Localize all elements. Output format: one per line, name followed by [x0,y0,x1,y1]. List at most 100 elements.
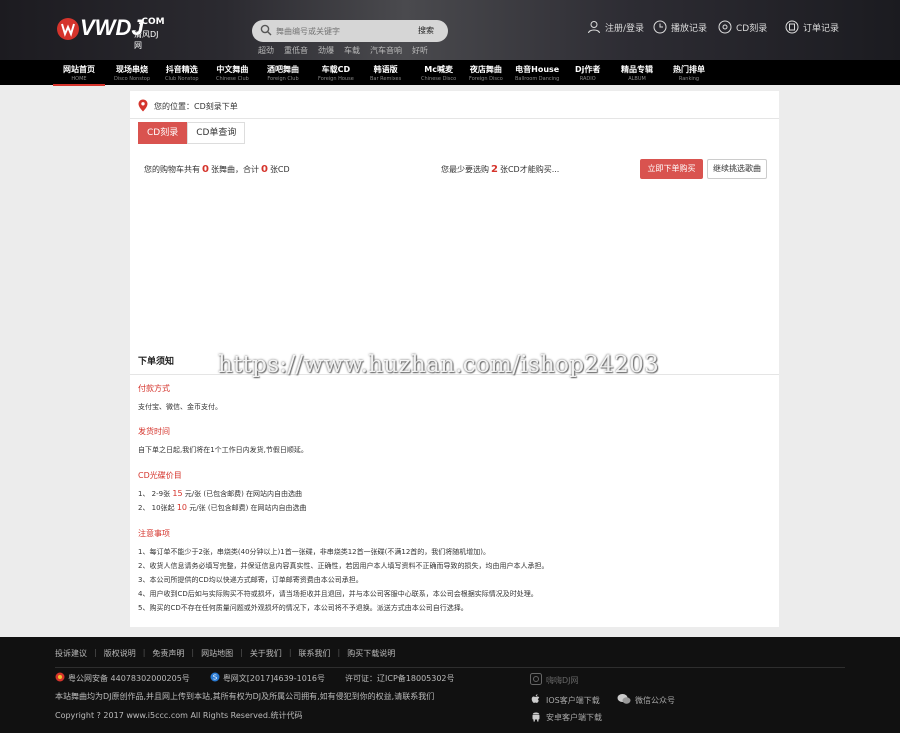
nav-label: 网站首页 [63,65,95,74]
note-item: 4、用户收到CD后如与实际购买不符或损坏，请当场拒收并且退回，并与本公司客服中心… [138,590,538,598]
hot-keyword[interactable]: 车载 [344,45,360,56]
nav-sublabel: RADIO [579,76,596,82]
hot-keyword[interactable]: 汽车音响 [370,45,402,56]
ios-download-link[interactable]: IOS客户端下载 [530,693,600,707]
hot-keyword[interactable]: 劲爆 [318,45,334,56]
nav-sublabel: Disco Nonstop [114,76,151,82]
site-footer: 投诉建议 | 版权说明 | 免责声明 | 网站地图 | 关于我们 | 联系我们 | 购买下载… [0,637,900,733]
play-history-link[interactable]: 播放记录 [653,20,707,34]
footer-link[interactable]: 免责声明 [152,648,184,659]
footer-link[interactable]: 网站地图 [201,648,233,659]
nav-label: 精品专辑 [621,65,653,74]
wechat-label: 微信公众号 [635,695,675,705]
android-download-label: 安卓客户端下载 [546,712,602,722]
order-now-button[interactable]: 立即下单购买 [640,159,703,179]
nav-sublabel: Foreign Club [267,76,299,82]
site-logo[interactable]: VWDJ .COM 清风DJ网 [56,14,166,50]
footer-link[interactable]: 关于我们 [250,648,282,659]
hot-keywords: 超劲 重低音 劲爆 车载 汽车音响 好听 [258,45,428,56]
nav-item[interactable]: Dj作者 RADIO [575,64,600,82]
nav-item[interactable]: 热门排单 Ranking [673,64,705,82]
price-line: 2、 10张起 10 元/张 (已包含邮费) 在网站内自由选曲 [138,501,307,515]
section-title: CD光碟价目 [138,471,182,480]
nav-label: 车载CD [321,65,351,74]
location-pin-icon [138,99,148,114]
nav-sublabel: Bar Remixes [370,76,402,82]
nav-label: 抖音精选 [165,65,198,74]
nav-label: 韩语版 [373,65,398,74]
culture-license[interactable]: 粤网文[2017]4639-1016号 [223,673,325,684]
nav-sublabel: Ballroom Dancing [515,76,560,82]
footer-link[interactable]: 版权说明 [104,648,136,659]
minimum-requirement: 您最少要选购 2 张CD才能购买... [441,164,559,175]
tab-cd-burn[interactable]: CD刻录 [138,122,188,144]
search-button[interactable]: 搜索 [418,25,434,36]
cart-song-count: 0 [202,164,209,175]
footer-link[interactable]: 投诉建议 [55,648,87,659]
icp-license[interactable]: 许可证：辽ICP备18005302号 [345,673,455,684]
nav-item[interactable]: 夜店舞曲 Foreign Disco [469,64,503,82]
nav-label: 夜店舞曲 [469,65,502,74]
nav-label: Dj作者 [575,65,601,74]
footer-link[interactable]: 购买下载说明 [347,648,395,659]
hot-keyword[interactable]: 超劲 [258,45,274,56]
footer-link[interactable]: 联系我们 [299,648,331,659]
logo-subtitle: 清风DJ网 [134,30,159,50]
logo-com: .COM [138,17,165,27]
section-text: 支付宝、微信、金币支付。 [138,403,222,411]
note-item: 2、收货人信息请务必填写完整，并保证信息内容真实性、正确性，若因用户本人填写资料… [138,562,549,570]
nav-item[interactable]: 车载CD Foreign House [318,64,354,82]
order-icon [785,20,799,34]
nav-sublabel: ALBUM [628,76,646,82]
orders-label: 订单记录 [803,23,840,34]
login-link[interactable]: 注册/登录 [587,20,644,34]
price-value: 15 [172,489,183,498]
nav-item[interactable]: 韩语版 Bar Remixes [370,64,401,82]
need-suffix: 张CD才能购买... [499,165,560,174]
divider [130,118,779,119]
android-download-link[interactable]: 安卓客户端下载 [530,710,602,724]
hot-keyword[interactable]: 重低音 [284,45,308,56]
wechat-official-link[interactable]: 微信公众号 [617,693,675,707]
cart-prefix: 您的购物车共有 [144,165,200,174]
copyright-statement: 本站舞曲均为DJ原创作品,并且网上传到本站,其所有权为DJ及所属公司拥有,如有侵… [55,692,435,701]
nav-item[interactable]: Mc喊麦 Chinese Disco [421,64,456,82]
cart-suffix: 张CD [269,165,290,174]
nav-item[interactable]: 酒吧舞曲 Foreign Club [267,64,299,82]
tab-cd-order-query[interactable]: CD单查询 [187,122,246,144]
nav-label: 现场串烧 [116,65,148,74]
police-record[interactable]: 粤公网安备 44078302000205号 [68,673,190,684]
footer-brand: 嗨嗨DJ网 [530,673,579,687]
nav-sublabel: Foreign Disco [469,76,503,82]
cart-middle: 张舞曲，合计 [210,165,259,174]
shipping-section: 发货时间 自下单之日起,我们将在1个工作日内发货,节假日顺延。 [138,426,308,457]
breadcrumb: 您的位置：CD刻录下单 [138,99,238,114]
price-line: 1、 2-9张 15 元/张 (已包含邮费) 在网站内自由选曲 [138,487,307,501]
cd-burn-label: CD刻录 [736,23,768,34]
breadcrumb-text: 您的位置：CD刻录下单 [154,102,238,111]
continue-selecting-button[interactable]: 继续挑选歌曲 [707,159,767,179]
section-title: 注意事项 [138,529,170,538]
cart-summary: 您的购物车共有 0 张舞曲，合计 0 张CD [144,164,290,175]
nav-item[interactable]: 精品专辑 ALBUM [621,64,653,82]
nav-item[interactable]: 现场串烧 Disco Nonstop [114,64,150,82]
notice-title: 下单须知 [138,357,175,367]
site-header: VWDJ .COM 清风DJ网 搜索 超劲 重低音 劲爆 车载 汽车音响 好听 … [0,0,900,60]
search-icon [260,24,272,39]
nav-item[interactable]: 中文舞曲 Chinese Club [216,64,249,82]
nav-item[interactable]: 抖音精选 Club Nonstop [165,64,199,82]
apple-icon [530,693,542,707]
section-text: 自下单之日起,我们将在1个工作日内发货,节假日顺延。 [138,446,308,454]
search-input[interactable] [276,24,406,38]
hot-keyword[interactable]: 好听 [412,45,428,56]
nav-item-home[interactable]: 网站首页 HOME [53,64,105,86]
license-row: 粤公网安备 44078302000205号 S 粤网文[2017]4639-10… [55,672,455,684]
payment-section: 付款方式 支付宝、微信、金币支付。 [138,383,222,414]
nav-label: 中文舞曲 [216,65,249,74]
nav-item[interactable]: 电音House Ballroom Dancing [515,64,559,82]
cart-cd-count: 0 [260,164,268,175]
cd-burn-link[interactable]: CD刻录 [718,20,767,34]
orders-link[interactable]: 订单记录 [785,20,839,34]
watermark-text: https://www.huzhan.com/ishop24203 [218,352,660,378]
nav-sublabel: Ranking [678,76,700,82]
